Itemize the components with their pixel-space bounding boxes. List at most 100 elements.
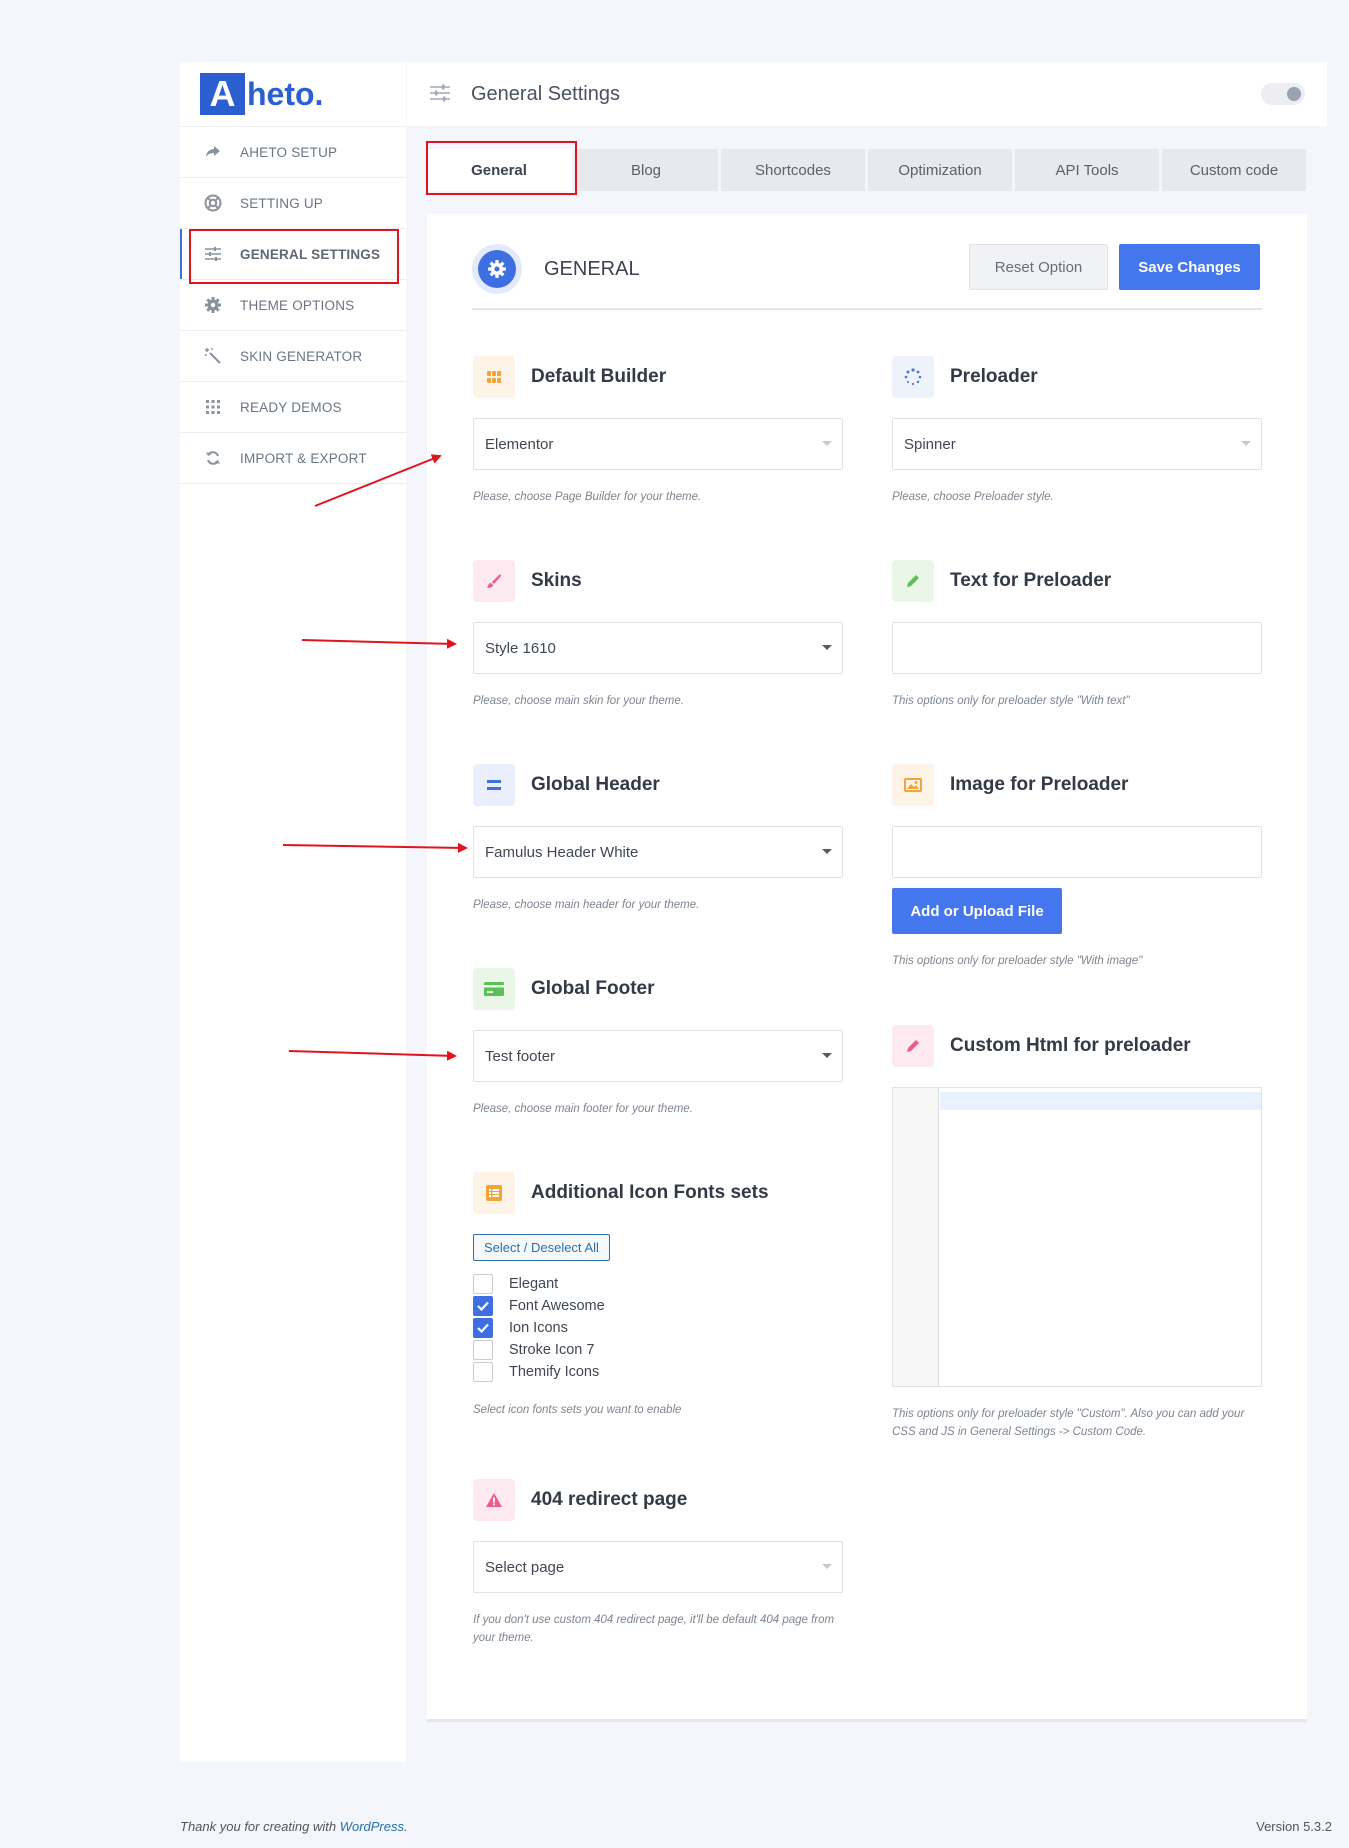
field-title: Text for Preloader xyxy=(950,570,1112,591)
custom-html-code-editor[interactable] xyxy=(892,1087,1262,1387)
sidebar-item-label: SKIN GENERATOR xyxy=(240,348,363,364)
checkbox[interactable] xyxy=(473,1296,493,1316)
footer-text: Thank you for creating with xyxy=(180,1819,340,1834)
default-builder-select[interactable]: Elementor xyxy=(473,418,843,470)
page-title: General Settings xyxy=(471,82,620,105)
pencil-icon xyxy=(892,1025,934,1067)
code-gutter xyxy=(893,1088,939,1386)
field-help: This options only for preloader style "W… xyxy=(892,695,1130,707)
select-value: Spinner xyxy=(904,435,956,453)
section-gear-badge xyxy=(472,244,522,294)
checkbox-label: Font Awesome xyxy=(509,1298,605,1314)
logo-text: heto. xyxy=(247,75,324,112)
checkbox-label: Ion Icons xyxy=(509,1320,568,1336)
card-icon xyxy=(473,968,515,1010)
checkbox[interactable] xyxy=(473,1274,493,1294)
checkbox-elegant[interactable]: Elegant xyxy=(473,1273,843,1295)
tab-optimization[interactable]: Optimization xyxy=(868,149,1012,191)
field-title: Skins xyxy=(531,570,582,591)
settings-tabs: General Blog Shortcodes Optimization API… xyxy=(427,149,1307,191)
reset-option-button[interactable]: Reset Option xyxy=(969,244,1108,290)
select-value: Style 1610 xyxy=(485,639,556,657)
preloader-select[interactable]: Spinner xyxy=(892,418,1262,470)
global-footer-select[interactable]: Test footer xyxy=(473,1030,843,1082)
select-value: Famulus Header White xyxy=(485,843,639,861)
sidebar-item-skin-generator[interactable]: SKIN GENERATOR xyxy=(180,331,406,382)
share-arrow-icon xyxy=(202,141,224,163)
tab-custom-code[interactable]: Custom code xyxy=(1162,149,1306,191)
field-global-header: Global Header Famulus Header White Pleas… xyxy=(473,764,843,914)
checkbox-stroke-icon-7[interactable]: Stroke Icon 7 xyxy=(473,1339,843,1361)
tab-general[interactable]: General xyxy=(427,149,571,191)
sidebar-item-aheto-setup[interactable]: AHETO SETUP xyxy=(180,127,406,178)
warning-icon xyxy=(473,1479,515,1521)
tab-api-tools[interactable]: API Tools xyxy=(1015,149,1159,191)
image-preloader-input[interactable] xyxy=(892,826,1262,878)
list-icon xyxy=(473,1172,515,1214)
field-title: 404 redirect page xyxy=(531,1489,688,1510)
save-changes-button[interactable]: Save Changes xyxy=(1119,244,1260,290)
code-active-line xyxy=(940,1092,1261,1110)
field-help: This options only for preloader style "C… xyxy=(892,1408,1245,1438)
refresh-icon xyxy=(202,447,224,469)
redirect-404-select[interactable]: Select page xyxy=(473,1541,843,1593)
field-title: Preloader xyxy=(950,366,1038,387)
sidebar-item-label: GENERAL SETTINGS xyxy=(240,246,381,262)
checkbox[interactable] xyxy=(473,1318,493,1338)
tab-blog[interactable]: Blog xyxy=(574,149,718,191)
spinner-icon xyxy=(892,356,934,398)
checkbox-label: Stroke Icon 7 xyxy=(509,1342,595,1358)
pencil-icon xyxy=(892,560,934,602)
checkbox-ion-icons[interactable]: Ion Icons xyxy=(473,1317,843,1339)
logo-mark: A xyxy=(200,73,245,115)
sidebar-item-ready-demos[interactable]: READY DEMOS xyxy=(180,382,406,433)
checkbox-font-awesome[interactable]: Font Awesome xyxy=(473,1295,843,1317)
checkbox-label: Elegant xyxy=(509,1276,559,1292)
chevron-down-icon xyxy=(822,441,832,446)
image-icon xyxy=(892,764,934,806)
sidebar-item-label: SETTING UP xyxy=(240,195,324,211)
text-preloader-input[interactable] xyxy=(892,622,1262,674)
sliders-icon xyxy=(202,243,224,265)
admin-sidebar: A heto. AHETO SETUP SETTING UP GENERAL S… xyxy=(180,62,406,1762)
select-value: Test footer xyxy=(485,1047,556,1065)
checkbox-themify-icons[interactable]: Themify Icons xyxy=(473,1361,843,1383)
checkbox[interactable] xyxy=(473,1362,493,1382)
general-settings-panel: GENERAL Reset Option Save Changes Defaul… xyxy=(427,214,1307,1722)
field-global-footer: Global Footer Test footer Please, choose… xyxy=(473,968,843,1118)
field-help: Select icon fonts sets you want to enabl… xyxy=(473,1404,682,1416)
icon-fonts-checklist: Elegant Font Awesome Ion Icons Stroke Ic… xyxy=(473,1273,843,1383)
tab-shortcodes[interactable]: Shortcodes xyxy=(721,149,865,191)
field-help: Please, choose Preloader style. xyxy=(892,491,1054,503)
add-upload-file-button[interactable]: Add or Upload File xyxy=(892,888,1062,934)
checkbox[interactable] xyxy=(473,1340,493,1360)
select-deselect-all-button[interactable]: Select / Deselect All xyxy=(473,1234,610,1261)
sidebar-item-setting-up[interactable]: SETTING UP xyxy=(180,178,406,229)
gear-icon xyxy=(478,250,516,288)
magic-wand-icon xyxy=(202,345,224,367)
field-title: Additional Icon Fonts sets xyxy=(531,1182,769,1203)
chevron-down-icon xyxy=(1241,441,1251,446)
sidebar-item-general-settings[interactable]: GENERAL SETTINGS xyxy=(180,229,406,280)
skins-select[interactable]: Style 1610 xyxy=(473,622,843,674)
sidebar-item-label: READY DEMOS xyxy=(240,399,342,415)
section-title: GENERAL xyxy=(544,258,640,280)
header-toggle[interactable] xyxy=(1261,83,1305,105)
grid-dots-icon xyxy=(202,396,224,418)
settings-header: General Settings xyxy=(407,62,1327,126)
field-title: Global Footer xyxy=(531,978,655,999)
aheto-logo[interactable]: A heto. xyxy=(180,62,406,127)
chevron-down-icon xyxy=(822,1053,832,1058)
lifebuoy-icon xyxy=(202,192,224,214)
global-header-select[interactable]: Famulus Header White xyxy=(473,826,843,878)
field-preloader: Preloader Spinner Please, choose Preload… xyxy=(892,356,1262,506)
wordpress-link[interactable]: WordPress xyxy=(340,1819,404,1834)
field-help: If you don't use custom 404 redirect pag… xyxy=(473,1614,835,1644)
sidebar-item-import-export[interactable]: IMPORT & EXPORT xyxy=(180,433,406,484)
checkbox-label: Themify Icons xyxy=(509,1364,600,1380)
footer-text-end: . xyxy=(404,1819,408,1834)
sidebar-item-theme-options[interactable]: THEME OPTIONS xyxy=(180,280,406,331)
gear-icon xyxy=(202,294,224,316)
select-value: Select page xyxy=(485,1558,565,1576)
field-skins: Skins Style 1610 Please, choose main ski… xyxy=(473,560,843,710)
